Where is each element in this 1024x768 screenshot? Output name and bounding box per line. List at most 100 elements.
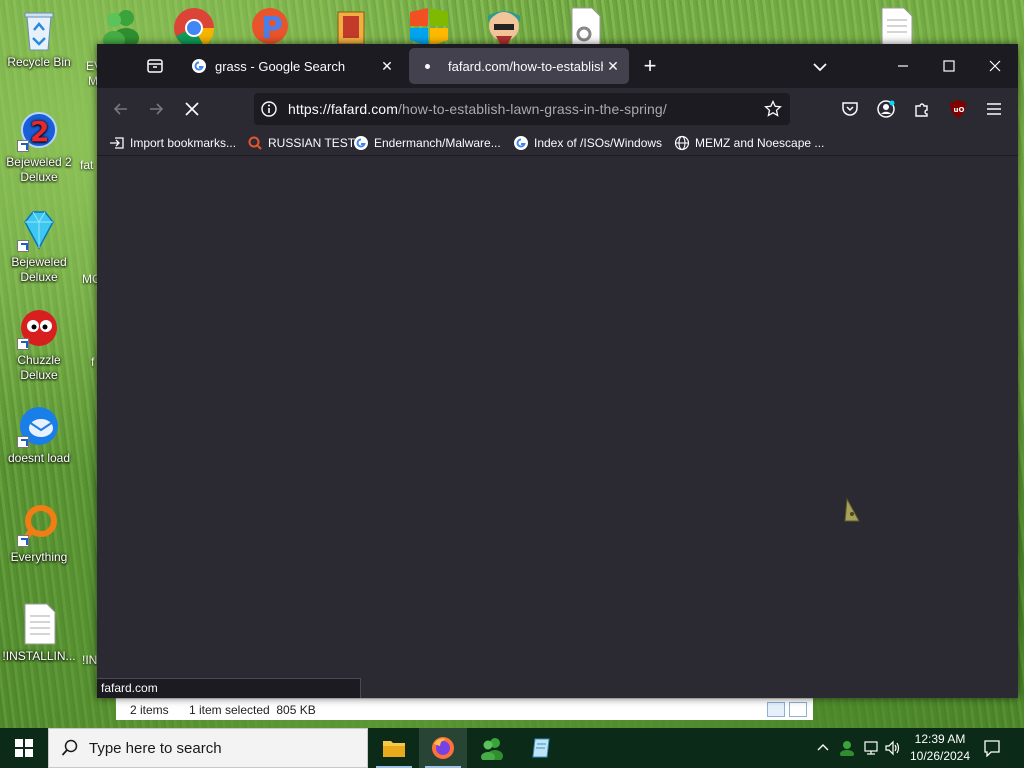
desktop-people-icon[interactable]: [96, 6, 144, 49]
partial-desktop-label: f: [91, 355, 95, 369]
site-info-icon[interactable]: [260, 100, 278, 118]
close-tab-icon[interactable]: ✕: [377, 56, 397, 76]
details-view-button[interactable]: [767, 702, 785, 717]
desktop-installer-icon[interactable]: [330, 6, 378, 45]
shortcut-arrow-icon: [17, 535, 29, 547]
text-file-icon: [17, 602, 61, 646]
extensions-button[interactable]: [911, 98, 933, 120]
bookmark-label: Index of /ISOs/Windows: [534, 136, 663, 150]
close-window-button[interactable]: [972, 44, 1018, 88]
clock-date: 10/26/2024: [909, 749, 971, 763]
bookmark-russian-test[interactable]: RUSSIAN TEST: [247, 133, 355, 153]
bejeweled-2-icon: 2: [17, 108, 61, 152]
forward-arrow-icon: [150, 103, 164, 115]
speaker-icon: [885, 740, 900, 756]
explorer-item-count: 2 items: [130, 703, 169, 717]
tab-google-search[interactable]: grass - Google Search ✕: [181, 48, 403, 84]
desktop-icon-label: !INSTALLIN...: [2, 649, 76, 663]
browser-titlebar: grass - Google Search ✕ fafard.com/how-t…: [97, 44, 1018, 88]
minimize-icon: [898, 65, 908, 67]
app-menu-button[interactable]: [983, 98, 1005, 120]
desktop-character-icon[interactable]: [480, 6, 528, 44]
new-tab-button[interactable]: +: [639, 55, 661, 78]
desktop-windows-shield-icon[interactable]: [404, 6, 452, 46]
windows-logo-icon: [15, 739, 33, 757]
back-button[interactable]: [108, 96, 134, 122]
chevron-down-icon: [813, 63, 827, 72]
ublock-origin-button[interactable]: uO: [947, 98, 969, 120]
desktop-icon-label: Bejeweled 2 Deluxe: [6, 155, 72, 184]
start-button[interactable]: [0, 728, 48, 768]
bookmark-endermanch[interactable]: Endermanch/Malware...: [353, 133, 501, 153]
taskbar-file-explorer[interactable]: [370, 728, 418, 768]
show-hidden-icons-button[interactable]: [812, 728, 834, 768]
tab-fafard-active[interactable]: fafard.com/how-to-establish-la ✕: [409, 48, 629, 84]
account-button[interactable]: [875, 98, 897, 120]
bookmark-isos-windows[interactable]: Index of /ISOs/Windows: [513, 133, 662, 153]
url-text[interactable]: https://fafard.com/how-to-establish-lawn…: [288, 101, 667, 117]
firefox-icon: [432, 737, 454, 759]
shortcut-arrow-icon: [17, 436, 29, 448]
desktop-icon-bejeweled-2[interactable]: 2 Bejeweled 2 Deluxe: [0, 108, 78, 185]
desktop-icon-installing[interactable]: !INSTALLIN...: [0, 602, 78, 664]
bookmarks-toolbar: Import bookmarks... RUSSIAN TEST Enderma…: [97, 130, 1018, 156]
partial-desktop-label: fat: [80, 158, 94, 172]
navigation-toolbar: https://fafard.com/how-to-establish-lawn…: [97, 88, 1018, 130]
close-tab-icon[interactable]: ✕: [603, 56, 623, 76]
taskbar-people-app[interactable]: [468, 728, 516, 768]
bookmark-label: MEMZ and Noescape ...: [695, 136, 825, 150]
desktop-icon-label: Everything: [10, 550, 68, 564]
desktop-settings-file-icon[interactable]: [562, 6, 610, 47]
desktop-text-file-icon[interactable]: [872, 6, 920, 47]
hamburger-menu-icon: [987, 103, 1001, 115]
tab-title: grass - Google Search: [215, 58, 346, 74]
minimize-button[interactable]: [880, 44, 926, 88]
desktop-icon-everything[interactable]: Everything: [0, 503, 78, 565]
tray-people-icon[interactable]: [836, 728, 858, 768]
taskbar-notepad-app[interactable]: [517, 728, 565, 768]
bookmark-label: Import bookmarks...: [130, 136, 237, 150]
volume-control[interactable]: [882, 728, 904, 768]
taskbar-clock[interactable]: 12:39 AM 10/26/2024: [904, 731, 976, 765]
list-all-tabs-button[interactable]: [809, 56, 831, 78]
large-icons-view-button[interactable]: [789, 702, 807, 717]
bookmark-memz[interactable]: MEMZ and Noescape ...: [674, 133, 824, 153]
folder-icon: [383, 741, 405, 757]
address-bar[interactable]: https://fafard.com/how-to-establish-lawn…: [254, 93, 790, 125]
desktop-icon-label: doesnt load: [7, 451, 71, 465]
explorer-selection-info: 1 item selected 805 KB: [189, 703, 316, 717]
stop-loading-button[interactable]: [179, 96, 205, 122]
action-center-button[interactable]: [978, 728, 1006, 768]
forward-button[interactable]: [143, 96, 169, 122]
taskbar-search-box[interactable]: Type here to search: [48, 728, 368, 768]
url-path: /how-to-establish-lawn-grass-in-the-spri…: [397, 101, 667, 117]
account-icon: [877, 100, 895, 118]
desktop-icon-doesnt-load[interactable]: doesnt load: [0, 404, 78, 466]
maximize-icon: [943, 60, 955, 72]
taskbar-firefox[interactable]: [419, 728, 467, 768]
thunderbird-icon: [17, 404, 61, 448]
desktop-icon-bejeweled[interactable]: Bejeweled Deluxe: [0, 208, 78, 285]
bookmark-star-icon[interactable]: [764, 99, 782, 118]
url-domain: https://fafard.com: [288, 101, 398, 117]
desktop-icon-label: Chuzzle Deluxe: [17, 353, 61, 382]
chuzzle-icon: [17, 306, 61, 350]
explorer-status-bar: 2 items 1 item selected 805 KB: [116, 698, 813, 720]
maximize-button[interactable]: [926, 44, 972, 88]
desktop-icon-label: Recycle Bin: [7, 55, 71, 69]
puzzle-piece-icon: [915, 103, 928, 117]
desktop-chrome-icon[interactable]: [170, 6, 218, 49]
page-content-area[interactable]: fafard.com: [97, 157, 1018, 698]
loading-dot-icon: [425, 63, 430, 69]
bookmark-import[interactable]: Import bookmarks...: [109, 133, 236, 153]
desktop-icon-chuzzle[interactable]: Chuzzle Deluxe: [0, 306, 78, 383]
desktop-p-app-icon[interactable]: P: [246, 6, 294, 46]
chevron-up-icon: [817, 744, 829, 751]
close-icon: [989, 60, 1001, 72]
firefox-view-button[interactable]: [145, 56, 165, 76]
recycle-bin-icon: [17, 8, 61, 52]
svg-text:uO: uO: [954, 106, 965, 114]
pocket-button[interactable]: [839, 98, 861, 120]
network-status[interactable]: [860, 728, 882, 768]
desktop-icon-recycle-bin[interactable]: Recycle Bin: [0, 8, 78, 70]
